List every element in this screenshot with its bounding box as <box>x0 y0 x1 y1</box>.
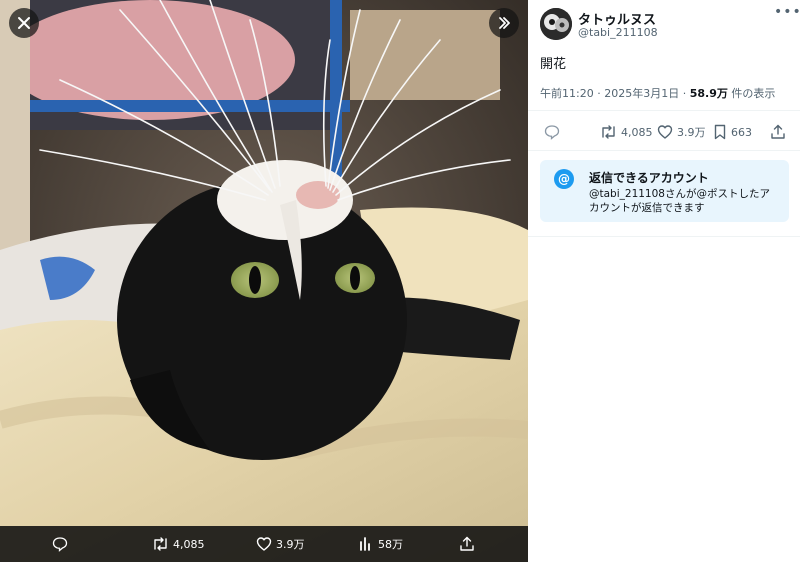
media-views-button[interactable]: 58万 <box>358 526 403 562</box>
retweet-button[interactable]: 4,085 <box>600 122 653 142</box>
reply-icon <box>52 537 68 552</box>
media-reply-button[interactable] <box>52 526 72 562</box>
cat-photo <box>0 0 528 562</box>
reply-restriction-notice: @ 返信できるアカウント @tabi_211108さんが@ポストしたアカウントが… <box>540 160 789 222</box>
media-like-count: 3.9万 <box>276 538 305 551</box>
retweet-icon <box>154 537 167 551</box>
bookmark-icon <box>714 124 726 140</box>
like-button[interactable]: 3.9万 <box>657 122 706 142</box>
meta-separator: · <box>593 87 605 100</box>
bookmark-count: 663 <box>731 125 752 139</box>
post-panel: タトゥルヌス @tabi_211108 ••• 開花 午前11:20 · 202… <box>528 0 800 562</box>
double-chevron-right-icon <box>499 17 510 29</box>
media-share-button[interactable] <box>459 526 475 562</box>
share-icon <box>460 536 474 551</box>
heart-icon <box>657 125 673 139</box>
views-label: 件の表示 <box>727 87 776 100</box>
avatar-image <box>540 8 572 40</box>
close-icon <box>18 17 30 29</box>
share-button[interactable] <box>770 122 786 142</box>
at-sign-icon: @ <box>554 169 574 189</box>
reply-button[interactable] <box>544 122 564 142</box>
more-options-button[interactable]: ••• <box>774 4 800 20</box>
avatar[interactable] <box>540 8 572 40</box>
media-like-button[interactable]: 3.9万 <box>256 526 305 562</box>
author-handle[interactable]: @tabi_211108 <box>578 26 658 39</box>
notice-title: 返信できるアカウント <box>589 171 709 185</box>
media-retweet-button[interactable]: 4,085 <box>152 526 205 562</box>
more-dots-icon: ••• <box>774 4 800 20</box>
views-count: 58.9万 <box>689 87 728 100</box>
like-count: 3.9万 <box>677 126 706 139</box>
post-time[interactable]: 午前11:20 <box>540 87 594 100</box>
post-meta: 午前11:20 · 2025年3月1日 · 58.9万 件の表示 <box>540 85 775 101</box>
divider <box>528 110 800 111</box>
divider <box>528 150 800 151</box>
notice-body: @tabi_211108さんが@ポストしたアカウントが返信できます <box>589 188 770 214</box>
reply-icon <box>544 125 560 140</box>
retweet-icon <box>602 125 615 139</box>
expand-panel-button[interactable] <box>489 8 519 38</box>
media-retweet-count: 4,085 <box>173 537 205 551</box>
media-views-count: 58万 <box>378 538 403 551</box>
post-date[interactable]: 2025年3月1日 <box>604 87 679 100</box>
divider <box>528 236 800 237</box>
retweet-count: 4,085 <box>621 125 653 139</box>
share-icon <box>771 124 785 139</box>
media-viewer: 4,085 3.9万 58万 <box>0 0 528 562</box>
post-text: 開花 <box>540 57 567 72</box>
close-button[interactable] <box>9 8 39 38</box>
bookmark-button[interactable]: 663 <box>713 122 752 142</box>
meta-separator-2: · <box>679 87 690 100</box>
heart-icon <box>256 537 272 551</box>
views-chart-icon <box>360 537 370 551</box>
media-action-bar: 4,085 3.9万 58万 <box>0 526 528 562</box>
